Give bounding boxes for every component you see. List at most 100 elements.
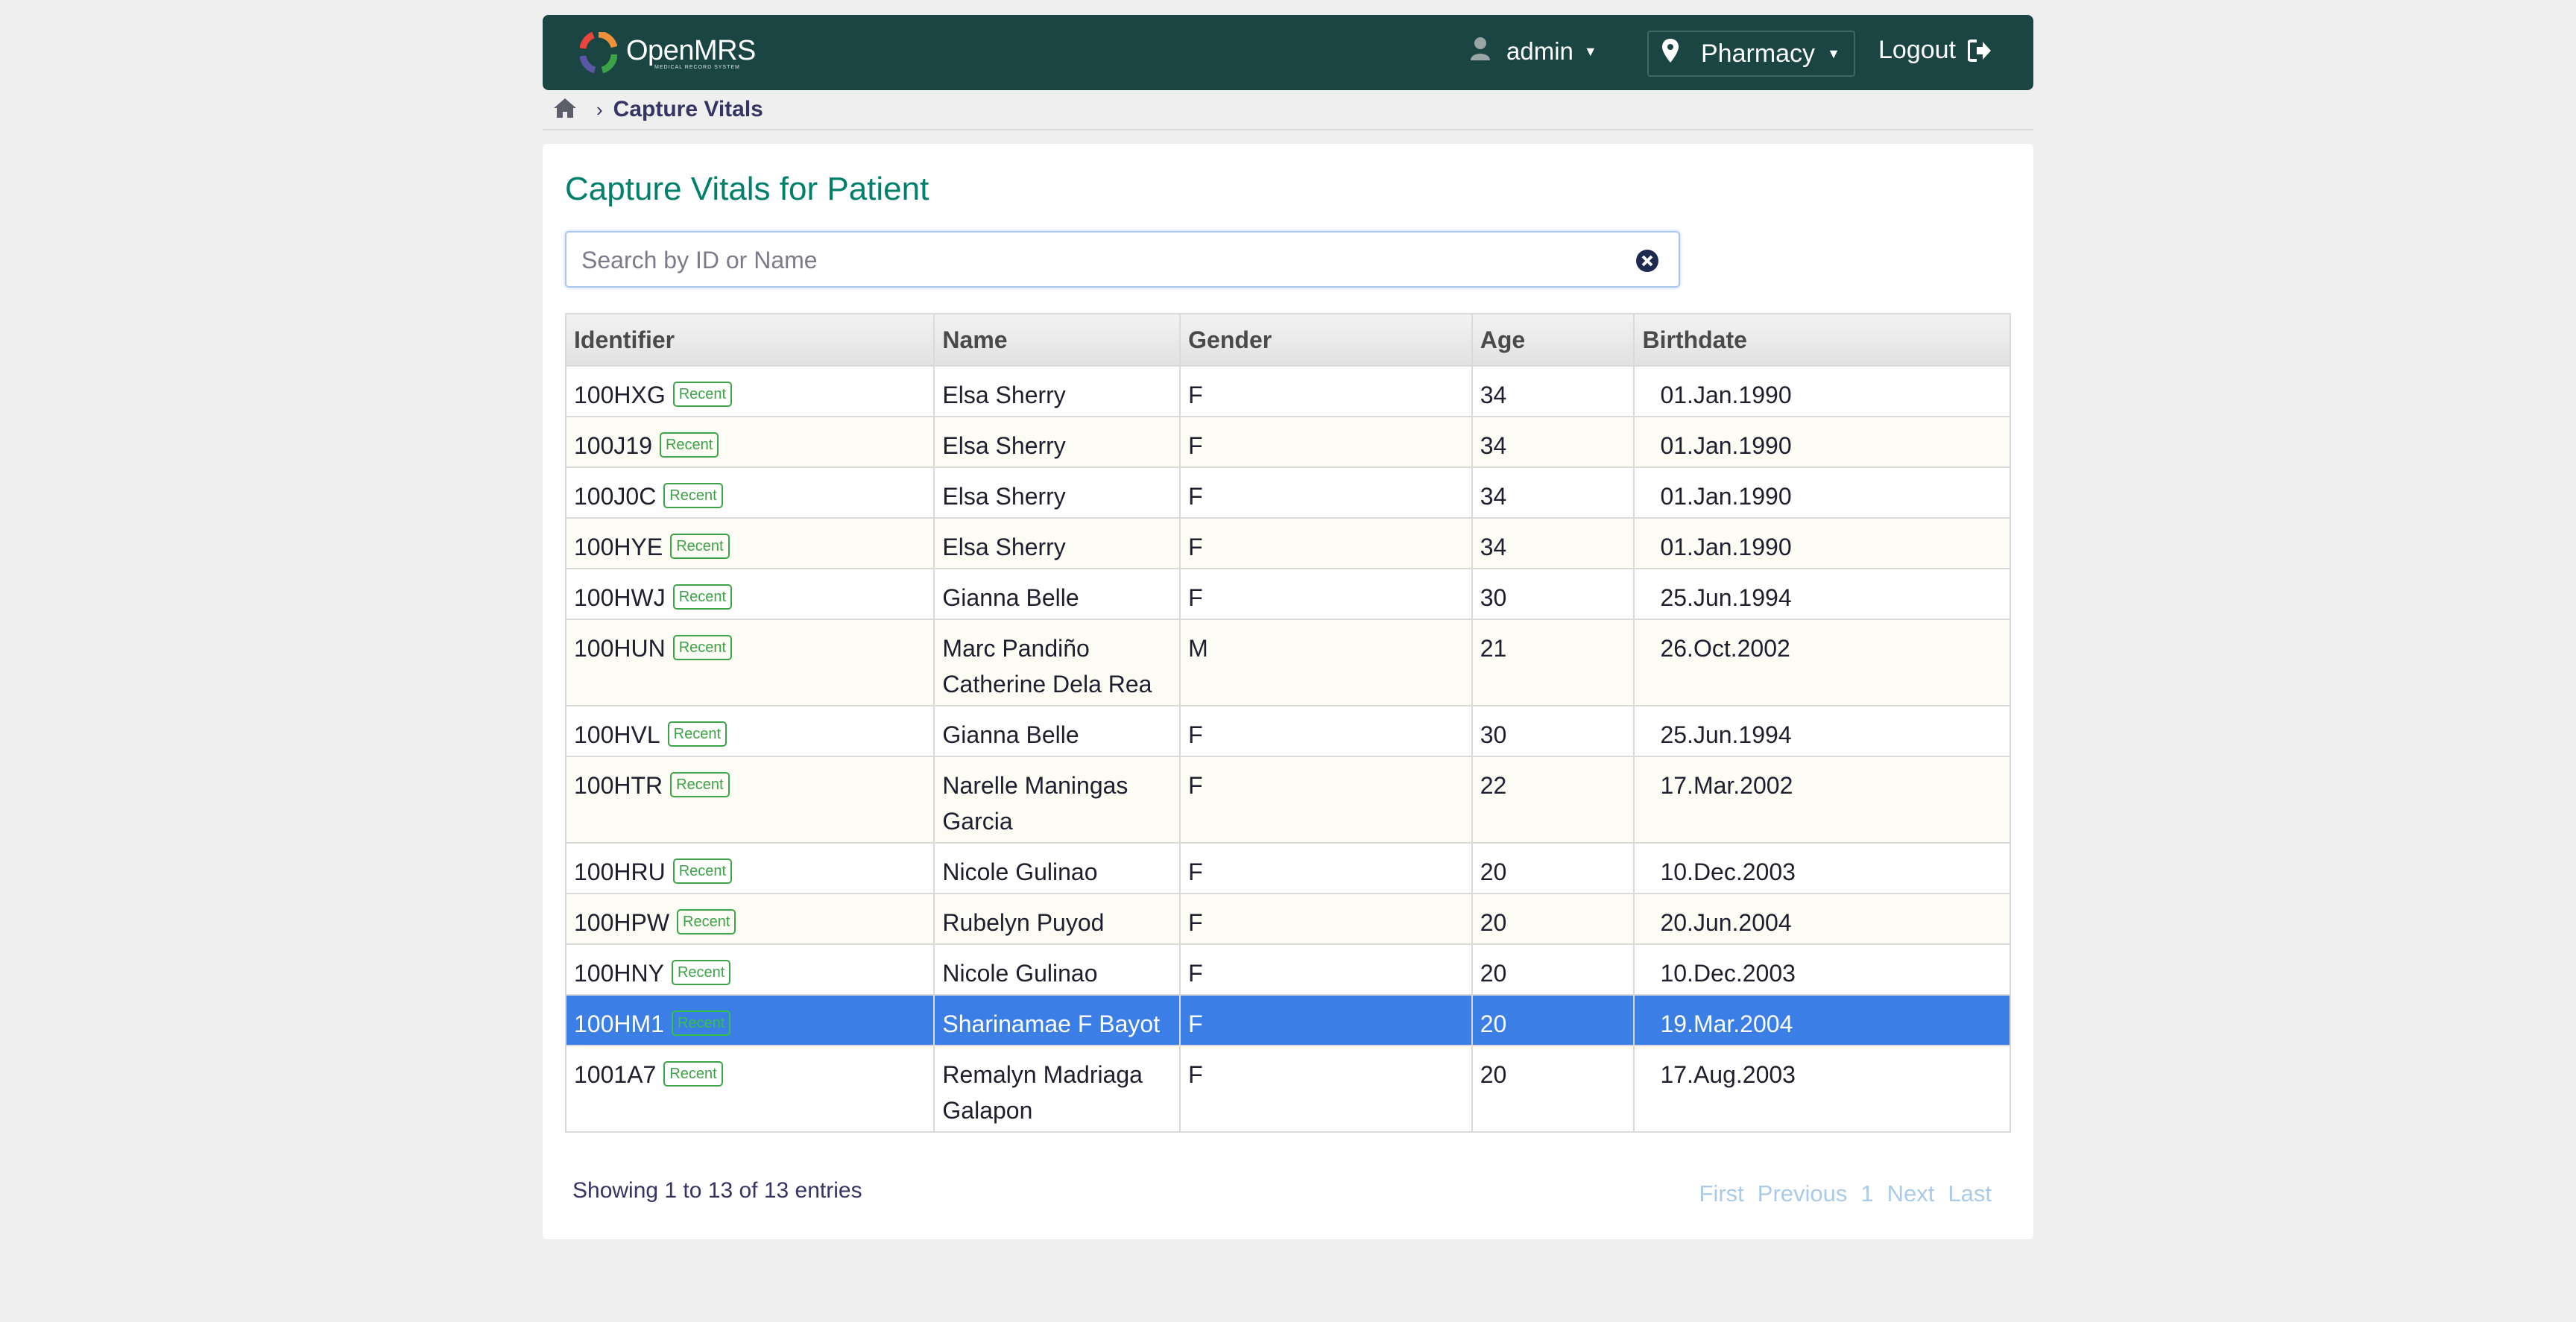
table-row[interactable]: 100J19 Recent Elsa Sherry F 34 01.Jan.199… (564, 416, 2011, 468)
patient-age: 22 (1471, 756, 1635, 844)
logout-icon (1968, 39, 1991, 62)
column-header-age[interactable]: Age (1471, 313, 1635, 367)
table-row[interactable]: 100HWJ Recent Gianna Belle F 30 25.Jun.19… (564, 568, 2011, 620)
recent-badge: Recent (670, 533, 730, 559)
recent-badge: Recent (672, 381, 733, 407)
patient-age: 20 (1471, 842, 1635, 894)
clear-search-icon[interactable] (1635, 249, 1659, 276)
recent-badge: Recent (677, 908, 736, 934)
recent-badge: Recent (671, 1010, 731, 1036)
patient-age: 34 (1471, 467, 1635, 519)
table-row[interactable]: 100HNY Recent Nicole Gulinao F 20 10.Dec.… (564, 943, 2011, 996)
patient-name: Elsa Sherry (933, 517, 1181, 569)
table-info: Showing 1 to 13 of 13 entries (572, 1178, 862, 1203)
logout-link[interactable]: Logout (1878, 36, 1992, 65)
patient-age: 20 (1471, 893, 1635, 945)
location-name: Pharmacy (1701, 39, 1816, 68)
patient-gender: F (1179, 893, 1473, 945)
patient-birthdate: 10.Dec.2003 (1633, 943, 2011, 996)
table-row[interactable]: 100HYE Recent Elsa Sherry F 34 01.Jan.199… (564, 517, 2011, 569)
table-row[interactable]: 1001A7 Recent Remalyn Madriaga Galapon F … (564, 1045, 2011, 1133)
patient-gender: F (1179, 943, 1473, 996)
patient-results-table: Identifier Name Gender Age Birthdate 100… (564, 313, 2011, 1133)
user-menu[interactable]: admin ▼ (1471, 37, 1597, 66)
patient-age: 34 (1471, 365, 1635, 417)
column-header-birthdate[interactable]: Birthdate (1633, 313, 2011, 367)
patient-name: Elsa Sherry (933, 416, 1181, 468)
patient-gender: F (1179, 705, 1473, 757)
recent-badge: Recent (671, 959, 731, 985)
table-row[interactable]: 100HTR Recent Narelle Maningas Garcia F 2… (564, 756, 2011, 844)
column-header-name[interactable]: Name (933, 313, 1181, 367)
patient-age: 20 (1471, 1045, 1635, 1133)
patient-age: 20 (1471, 994, 1635, 1046)
location-selector[interactable]: Pharmacy ▼ (1647, 31, 1855, 77)
patient-age: 20 (1471, 943, 1635, 996)
patient-name: Gianna Belle (933, 568, 1181, 620)
table-row[interactable]: 100HXG Recent Elsa Sherry F 34 01.Jan.199… (564, 365, 2011, 417)
patient-birthdate: 26.Oct.2002 (1633, 619, 2011, 706)
patient-age: 21 (1471, 619, 1635, 706)
recent-badge: Recent (663, 1060, 723, 1087)
patient-identifier: 100HWJ (574, 584, 666, 611)
patient-gender: M (1179, 619, 1473, 706)
table-row[interactable]: 100HUN Recent Marc Pandiño Catherine Dela… (564, 619, 2011, 706)
pager-first[interactable]: First (1699, 1180, 1744, 1207)
patient-identifier: 100J0C (574, 483, 657, 510)
patient-gender: F (1179, 1045, 1473, 1133)
page-title: Capture Vitals for Patient (565, 171, 929, 207)
chevron-right-icon: › (596, 98, 603, 121)
pager-last[interactable]: Last (1948, 1180, 1992, 1207)
app: OpenMRS MEDICAL RECORD SYSTEM admin ▼ Ph… (543, 15, 2033, 1239)
patient-identifier: 100HXG (574, 382, 666, 408)
pager-previous[interactable]: Previous (1758, 1180, 1848, 1207)
patient-age: 30 (1471, 705, 1635, 757)
table-row[interactable]: 100HRU Recent Nicole Gulinao F 20 10.Dec.… (564, 842, 2011, 894)
patient-name: Sharinamae F Bayot (933, 994, 1181, 1046)
patient-identifier: 100HPW (574, 909, 670, 936)
patient-name: Rubelyn Puyod (933, 893, 1181, 945)
patient-name: Elsa Sherry (933, 365, 1181, 417)
table-row[interactable]: 100HPW Recent Rubelyn Puyod F 20 20.Jun.2… (564, 893, 2011, 945)
patient-gender: F (1179, 416, 1473, 468)
patient-birthdate: 10.Dec.2003 (1633, 842, 2011, 894)
column-header-gender[interactable]: Gender (1179, 313, 1473, 367)
patient-search-input[interactable] (566, 233, 1611, 288)
column-header-identifier[interactable]: Identifier (564, 313, 935, 367)
patient-age: 34 (1471, 517, 1635, 569)
breadcrumb-current: Capture Vitals (613, 97, 763, 121)
patient-identifier: 100J19 (574, 432, 652, 459)
user-icon (1471, 37, 1490, 66)
patient-identifier: 100HNY (574, 960, 664, 987)
patient-identifier: 100HRU (574, 858, 666, 885)
patient-name: Nicole Gulinao (933, 842, 1181, 894)
patient-name: Marc Pandiño Catherine Dela Rea (933, 619, 1181, 706)
patient-gender: F (1179, 467, 1473, 519)
map-marker-icon (1662, 38, 1679, 69)
main-content: Capture Vitals for Patient Identifier Na… (543, 144, 2033, 1239)
patient-name: Narelle Maningas Garcia (933, 756, 1181, 844)
patient-age: 30 (1471, 568, 1635, 620)
patient-birthdate: 20.Jun.2004 (1633, 893, 2011, 945)
recent-badge: Recent (663, 482, 723, 508)
patient-birthdate: 17.Aug.2003 (1633, 1045, 2011, 1133)
patient-gender: F (1179, 842, 1473, 894)
patient-gender: F (1179, 568, 1473, 620)
home-icon[interactable] (553, 98, 577, 122)
patient-gender: F (1179, 756, 1473, 844)
recent-badge: Recent (672, 858, 733, 884)
patient-gender: F (1179, 994, 1473, 1046)
patient-birthdate: 01.Jan.1990 (1633, 365, 2011, 417)
logo-text: OpenMRS (626, 34, 756, 66)
top-navbar: OpenMRS MEDICAL RECORD SYSTEM admin ▼ Ph… (543, 15, 2033, 90)
patient-age: 34 (1471, 416, 1635, 468)
table-row[interactable]: 100J0C Recent Elsa Sherry F 34 01.Jan.199… (564, 467, 2011, 519)
patient-birthdate: 17.Mar.2002 (1633, 756, 2011, 844)
pager-next[interactable]: Next (1887, 1180, 1935, 1207)
openmrs-logo[interactable]: OpenMRS MEDICAL RECORD SYSTEM (579, 31, 756, 74)
pager-page-1[interactable]: 1 (1860, 1180, 1873, 1207)
patient-identifier: 100HVL (574, 721, 660, 748)
table-row[interactable]: 100HVL Recent Gianna Belle F 30 25.Jun.19… (564, 705, 2011, 757)
table-row-selected[interactable]: 100HM1 Recent Sharinamae F Bayot F 20 19.… (564, 994, 2011, 1046)
patient-identifier: 1001A7 (574, 1061, 657, 1088)
